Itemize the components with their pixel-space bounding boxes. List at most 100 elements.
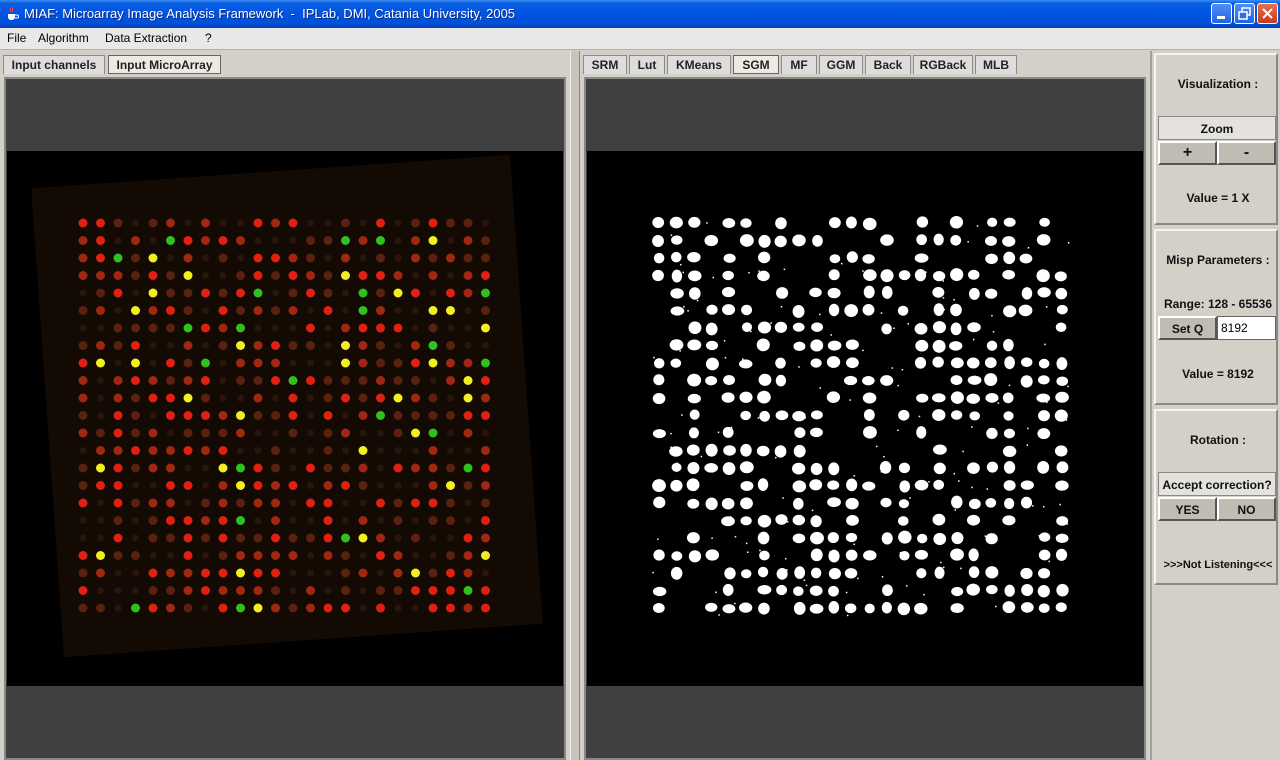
microarray-spot bbox=[306, 533, 315, 543]
microarray-spot bbox=[393, 323, 403, 333]
microarray-spot bbox=[78, 603, 88, 613]
microarray-spot bbox=[132, 587, 139, 594]
microarray-spot bbox=[201, 288, 210, 298]
tab-input-microarray[interactable]: Input MicroArray bbox=[108, 55, 221, 74]
segmented-spot bbox=[774, 321, 788, 333]
input-image-view[interactable] bbox=[4, 77, 566, 760]
microarray-spot bbox=[446, 358, 455, 368]
tab-srm[interactable]: SRM bbox=[583, 55, 627, 74]
segmented-spot bbox=[966, 514, 981, 526]
segmented-spot bbox=[898, 499, 910, 509]
segmented-spot bbox=[775, 374, 787, 387]
microarray-spot bbox=[236, 236, 245, 245]
microarray-spot bbox=[131, 376, 140, 385]
segmented-spot bbox=[792, 462, 806, 475]
menu-file[interactable]: File bbox=[7, 31, 26, 45]
microarray-spot bbox=[446, 586, 455, 595]
microarray-spot bbox=[341, 271, 350, 280]
microarray-spot bbox=[377, 447, 384, 454]
microarray-spot bbox=[183, 411, 193, 420]
microarray-spot bbox=[253, 411, 263, 420]
segmented-spot bbox=[810, 515, 822, 528]
microarray-spot bbox=[446, 218, 455, 228]
microarray-spot bbox=[253, 288, 263, 298]
noise-pixel bbox=[663, 590, 665, 593]
noise-pixel bbox=[717, 431, 720, 434]
zoom-in-button[interactable]: + bbox=[1158, 141, 1217, 165]
microarray-spot bbox=[463, 288, 473, 298]
segmented-spot bbox=[1021, 357, 1033, 367]
menu-data-extraction[interactable]: Data Extraction bbox=[105, 31, 187, 45]
segmented-spot bbox=[1002, 445, 1017, 458]
microarray-spot bbox=[166, 481, 175, 490]
tab-sgm[interactable]: SGM bbox=[733, 55, 779, 74]
segmented-spot bbox=[950, 548, 964, 561]
microarray-spot bbox=[236, 516, 245, 525]
microarray-spot bbox=[446, 498, 455, 508]
microarray-spot bbox=[96, 446, 105, 455]
microarray-spot bbox=[78, 463, 88, 473]
close-icon bbox=[1262, 8, 1273, 19]
segmented-spot bbox=[775, 217, 787, 230]
microarray-spot bbox=[166, 463, 175, 473]
splitter-handle[interactable] bbox=[570, 51, 580, 760]
tab-rgback[interactable]: RGBack bbox=[913, 55, 973, 74]
segmented-spot bbox=[1004, 356, 1015, 370]
maximize-button[interactable] bbox=[1234, 3, 1255, 24]
zoom-out-button[interactable]: - bbox=[1217, 141, 1276, 165]
microarray-spot bbox=[148, 271, 158, 280]
microarray-spot bbox=[132, 289, 139, 297]
microarray-spot bbox=[323, 551, 333, 560]
yes-button[interactable]: YES bbox=[1158, 497, 1217, 521]
noise-pixel bbox=[1058, 395, 1061, 398]
noise-pixel bbox=[940, 561, 942, 564]
microarray-spot bbox=[429, 289, 437, 297]
segmented-spot bbox=[1002, 269, 1016, 280]
microarray-spot bbox=[358, 341, 368, 350]
microarray-spot bbox=[306, 323, 315, 333]
segmented-spot bbox=[985, 566, 999, 579]
noise-pixel bbox=[1064, 453, 1067, 456]
microarray-spot bbox=[183, 358, 193, 368]
tab-ggm[interactable]: GGM bbox=[819, 55, 863, 74]
tab-input-channels[interactable]: Input channels bbox=[3, 55, 105, 74]
set-q-button[interactable]: Set Q bbox=[1158, 316, 1217, 340]
segmentation-view[interactable] bbox=[584, 77, 1146, 760]
microarray-spot bbox=[148, 498, 158, 508]
microarray-spot bbox=[307, 517, 314, 524]
input-microarray-image bbox=[7, 151, 563, 686]
microarray-spot bbox=[253, 341, 263, 350]
segmented-spot bbox=[792, 533, 806, 544]
q-input[interactable] bbox=[1217, 316, 1276, 340]
microarray-spot bbox=[342, 289, 349, 297]
noise-pixel bbox=[899, 551, 902, 554]
segmented-spot bbox=[687, 462, 700, 475]
microarray-spot bbox=[78, 341, 88, 350]
no-button[interactable]: NO bbox=[1217, 497, 1276, 521]
menu-algorithm[interactable]: Algorithm bbox=[38, 31, 89, 45]
microarray-spot bbox=[307, 482, 314, 489]
microarray-spot bbox=[358, 288, 368, 298]
tab-mlb[interactable]: MLB bbox=[975, 55, 1017, 74]
segmented-spot bbox=[828, 585, 839, 597]
visualization-group: Visualization : Zoom + - Value = 1 X bbox=[1154, 53, 1278, 225]
microarray-spot bbox=[219, 219, 227, 227]
tab-kmeans[interactable]: KMeans bbox=[667, 55, 731, 74]
microarray-spot bbox=[394, 254, 402, 262]
tab-mf[interactable]: MF bbox=[781, 55, 817, 74]
microarray-spot bbox=[446, 288, 455, 298]
tab-lut[interactable]: Lut bbox=[629, 55, 665, 74]
noise-pixel bbox=[870, 223, 873, 226]
minimize-button[interactable] bbox=[1211, 3, 1232, 24]
rotation-label: Rotation : bbox=[1190, 433, 1246, 447]
microarray-spot bbox=[307, 394, 314, 402]
segmented-spot bbox=[757, 478, 769, 492]
microarray-spot bbox=[482, 342, 489, 349]
segmented-spot bbox=[827, 532, 839, 544]
segmented-spot bbox=[845, 532, 858, 543]
segmented-spot bbox=[740, 443, 752, 457]
menu-help[interactable]: ? bbox=[205, 31, 212, 45]
segmented-spot bbox=[722, 604, 736, 614]
tab-back[interactable]: Back bbox=[865, 55, 911, 74]
close-button[interactable] bbox=[1257, 3, 1278, 24]
